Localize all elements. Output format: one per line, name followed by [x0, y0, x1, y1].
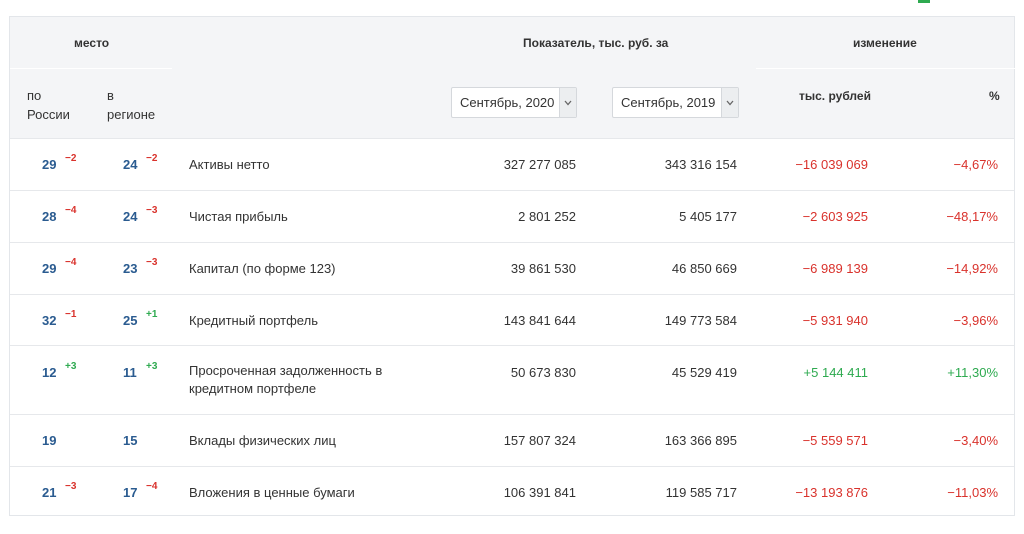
header-by-russia: по России	[27, 88, 70, 122]
rank-region: 24	[123, 157, 138, 172]
indicator-name: Активы нетто	[189, 156, 270, 174]
rank-region: 25	[123, 313, 138, 328]
indicator-name-line: Кредитный портфель	[189, 313, 318, 328]
change-absolute: −16 039 069	[795, 157, 868, 172]
table-row: 12 +3 11 +3 Просроченная задолженность в кред…	[10, 345, 1014, 414]
rank-russia: 19	[42, 433, 57, 448]
change-absolute: +5 144 411	[803, 365, 868, 380]
rank-russia-delta: −3	[65, 481, 77, 492]
rank-russia: 12	[42, 365, 57, 380]
bank-indicators-table: место Показатель, тыс. руб. за изменение…	[9, 16, 1016, 517]
value-2020: 106 391 841	[503, 485, 576, 500]
rank-russia-delta: −4	[65, 205, 77, 216]
header-percent: %	[989, 89, 1000, 103]
rank-region: 23	[123, 261, 138, 276]
indicator-name: Вложения в ценные бумаги	[189, 484, 355, 502]
indicator-name: Просроченная задолженность в кредитном по…	[189, 362, 382, 398]
rank-russia-delta: −1	[65, 309, 77, 320]
table-row: 28 −4 24 −3 Чистая прибыль 2 801 252 5 405 177…	[10, 190, 1014, 242]
table-row: 19 15 Вклады физических лиц 157 807 324 163 …	[10, 414, 1014, 466]
header-in-region: в регионе	[107, 88, 156, 122]
header-change: изменение	[853, 36, 917, 50]
rank-region: 15	[123, 433, 138, 448]
change-absolute: −5 559 571	[802, 433, 868, 448]
indicator-name-line: Чистая прибыль	[189, 209, 288, 224]
header-indicator: Показатель, тыс. руб. за	[523, 36, 669, 50]
header-place: место	[74, 36, 110, 50]
table-header: место Показатель, тыс. руб. за изменение…	[10, 17, 1016, 138]
period-select-2020[interactable]: Сентябрь, 2020	[451, 87, 577, 118]
rank-russia-delta: −2	[65, 153, 77, 164]
table-row: 21 −3 17 −4 Вложения в ценные бумаги 106 391 …	[10, 466, 1014, 517]
value-2020: 327 277 085	[503, 157, 576, 172]
change-percent: −14,92%	[946, 261, 998, 276]
rank-region-delta: −3	[146, 205, 158, 216]
value-2019: 46 850 669	[671, 261, 737, 276]
value-2020: 143 841 644	[503, 313, 576, 328]
change-absolute: −2 603 925	[802, 209, 868, 224]
indicator-name-line: кредитном портфеле	[189, 381, 317, 396]
indicator-name: Кредитный портфель	[189, 312, 318, 330]
rank-russia: 29	[42, 157, 57, 172]
rank-russia: 21	[42, 485, 57, 500]
rank-region: 24	[123, 209, 138, 224]
rank-russia-delta: +3	[65, 361, 77, 372]
chevron-down-icon	[721, 88, 738, 117]
indicator-name: Капитал (по форме 123)	[189, 260, 336, 278]
value-2020: 2 801 252	[518, 209, 576, 224]
chevron-down-icon	[559, 88, 576, 117]
table-row: 32 −1 25 +1 Кредитный портфель 143 841 644 149…	[10, 294, 1014, 345]
rank-region: 17	[123, 485, 138, 500]
header-divider-left	[10, 68, 172, 69]
change-percent: −3,96%	[953, 313, 998, 328]
table-row: 29 −2 24 −2 Активы нетто 327 277 085 343 316 1…	[10, 138, 1014, 190]
rank-russia-delta: −4	[65, 257, 77, 268]
value-2019: 343 316 154	[664, 157, 737, 172]
value-2020: 50 673 830	[510, 365, 576, 380]
rank-region: 11	[123, 365, 137, 380]
table-row: 29 −4 23 −3 Капитал (по форме 123) 39 861 530…	[10, 242, 1014, 294]
rank-region-delta: −4	[146, 481, 158, 492]
header-divider-right	[756, 68, 1016, 69]
indicator-name-line: Просроченная задолженность в	[189, 363, 383, 378]
indicator-name-line: Капитал (по форме 123)	[189, 261, 336, 276]
change-absolute: −13 193 876	[795, 485, 868, 500]
change-absolute: −6 989 139	[802, 261, 868, 276]
change-percent: −11,03%	[947, 485, 998, 500]
rank-region-delta: −3	[146, 257, 158, 268]
change-percent: −3,40%	[953, 433, 998, 448]
rank-russia: 32	[42, 313, 57, 328]
indicator-name: Чистая прибыль	[189, 208, 288, 226]
value-2019: 149 773 584	[664, 313, 737, 328]
change-percent: +11,30%	[947, 365, 998, 380]
value-2019: 45 529 419	[671, 365, 737, 380]
rank-region-delta: −2	[146, 153, 158, 164]
period-select-2019[interactable]: Сентябрь, 2019	[612, 87, 739, 118]
value-2020: 39 861 530	[510, 261, 576, 276]
value-2019: 163 366 895	[664, 433, 737, 448]
rank-region-delta: +3	[146, 361, 158, 372]
indicator-name-line: Активы нетто	[189, 157, 270, 172]
value-2019: 119 585 717	[665, 485, 737, 500]
rank-russia: 28	[42, 209, 57, 224]
top-accent-mark	[918, 0, 930, 3]
value-2020: 157 807 324	[503, 433, 576, 448]
indicator-name: Вклады физических лиц	[189, 432, 336, 450]
value-2019: 5 405 177	[679, 209, 737, 224]
rank-region-delta: +1	[146, 309, 158, 320]
indicator-name-line: Вложения в ценные бумаги	[189, 485, 355, 500]
header-thousand-rub: тыс. рублей	[799, 89, 871, 103]
change-percent: −4,67%	[953, 157, 998, 172]
change-percent: −48,17%	[946, 209, 998, 224]
rank-russia: 29	[42, 261, 57, 276]
indicator-name-line: Вклады физических лиц	[189, 433, 336, 448]
change-absolute: −5 931 940	[802, 313, 868, 328]
